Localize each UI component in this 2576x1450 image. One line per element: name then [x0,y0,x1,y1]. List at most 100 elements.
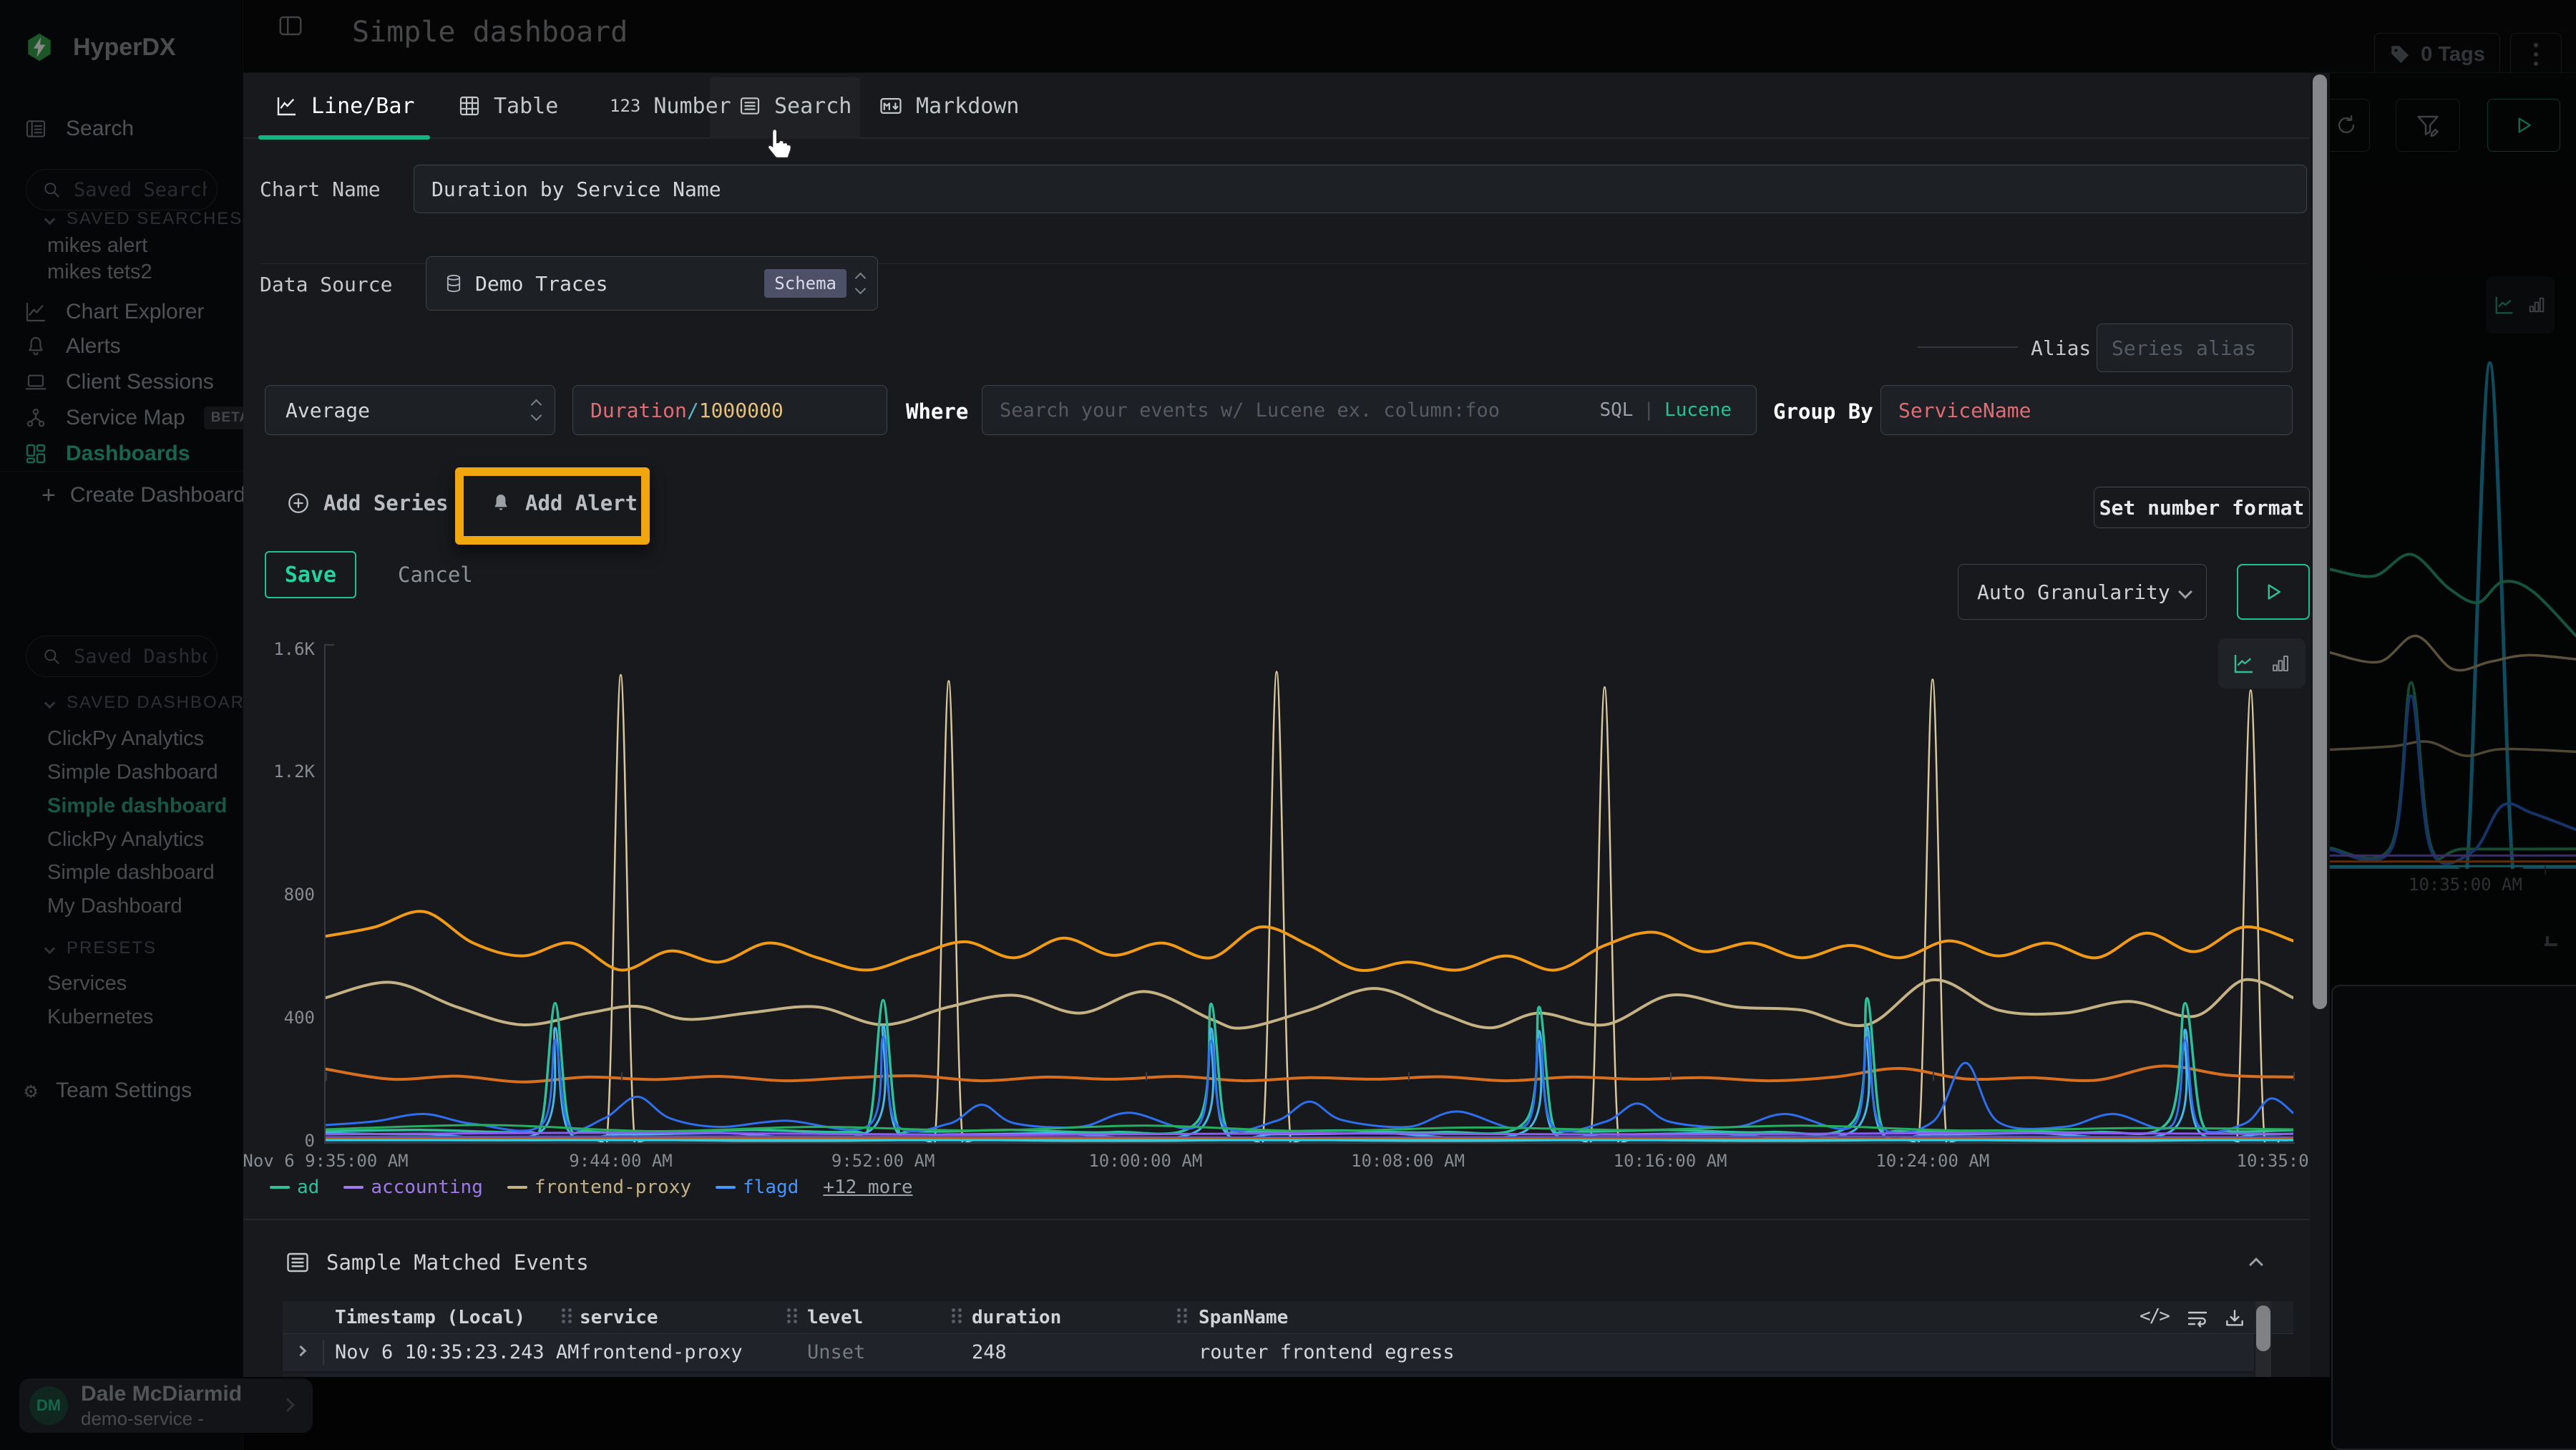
data-source-select[interactable]: Demo Traces Schema [426,256,878,311]
add-series-button[interactable]: Add Series [286,491,449,515]
chart-name-label: Chart Name [260,177,381,201]
table-icon [458,94,481,117]
series-ad [326,998,2293,1134]
chart-type-tabs: Line/Bar Table 123 Number Search [243,73,2310,139]
mouse-cursor [760,126,797,163]
123-icon: 123 [610,96,640,116]
x-tick-label: 9:52:00 AM [740,1151,1026,1171]
group-by-label: Group By [1773,399,1873,424]
play-icon [2263,581,2284,603]
table-scrollbar-track[interactable] [2255,1301,2271,1377]
line-chart-icon [275,94,298,117]
series-green-flat [326,1125,2293,1132]
scrollbar-track[interactable] [2310,73,2330,1377]
chart-name-field[interactable] [414,165,2307,213]
y-tick-label: 0 [243,1131,315,1151]
legend-more[interactable]: +12 more [823,1177,912,1198]
active-tab-underline [258,135,430,140]
drag-handle-icon[interactable] [1177,1308,1187,1327]
where-label: Where [906,399,968,424]
markdown-icon [879,94,903,118]
sample-events-title: Sample Matched Events [326,1250,589,1275]
data-source-value: Demo Traces [475,272,608,296]
x-tick-label: 10:08:00 AM [1265,1151,1551,1171]
drag-handle-icon[interactable] [787,1308,797,1327]
event-row[interactable]: Nov 6 10:35:22.943 AM frontend-proxy Uns… [283,1373,2254,1377]
select-updown-icon [857,274,864,293]
sql-toggle[interactable]: SQL [1599,399,1633,421]
tab-table[interactable]: Table [458,73,558,139]
code-view-icon[interactable]: </> [2140,1305,2169,1327]
highlight-annotation [455,467,650,545]
col-header[interactable]: Timestamp (Local) [335,1307,525,1328]
x-tick-label: 9:44:00 AM [478,1151,764,1171]
group-by-value: ServiceName [1898,399,2031,422]
field-expression-input[interactable]: Duration/1000000 [572,385,887,435]
legend-item[interactable]: accounting [343,1177,483,1198]
x-tick-label: 10:24:00 AM [1790,1151,2076,1171]
wrap-text-icon[interactable] [2186,1307,2209,1330]
series-orange-wave [326,911,2293,970]
cancel-button[interactable]: Cancel [398,563,473,587]
events-table-header: Timestamp (Local) service level duration… [283,1301,2293,1334]
event-row[interactable]: Nov 6 10:35:23.243 AM frontend-proxy Uns… [283,1334,2254,1371]
data-source-label: Data Source [260,273,392,296]
download-icon[interactable] [2223,1307,2246,1330]
series-frontend-proxy [326,980,2293,1028]
value-token: 1000000 [699,399,784,422]
run-chart-button[interactable] [2237,564,2310,620]
col-header[interactable]: service [580,1307,658,1328]
tab-markdown[interactable]: Markdown [879,73,1020,139]
x-tick-label: 10:35:00 AM [2150,1151,2310,1171]
scrollbar-thumb[interactable] [2313,74,2327,1009]
collapse-section-icon[interactable] [2249,1257,2263,1272]
table-scrollbar-thumb[interactable] [2256,1305,2270,1351]
sample-events-header: Sample Matched Events [285,1250,589,1275]
tab-line-bar[interactable]: Line/Bar [275,73,415,139]
x-tick-label: 10:16:00 AM [1527,1151,1813,1171]
lucene-toggle[interactable]: Lucene [1664,399,1732,421]
col-header[interactable]: duration [972,1307,1061,1328]
list-icon [738,94,761,117]
alias-field[interactable] [2097,323,2293,372]
series-orange-flat [326,1138,2293,1139]
granularity-select[interactable]: Auto Granularity [1958,564,2207,620]
schema-badge: Schema [764,269,847,298]
drag-handle-icon[interactable] [952,1308,962,1327]
group-by-field[interactable]: ServiceName [1880,385,2293,435]
list-icon [285,1250,311,1275]
y-tick-label: 800 [243,885,315,905]
where-search-field[interactable]: SQL | Lucene [982,385,1757,435]
select-updown-icon [532,401,540,419]
col-header[interactable]: SpanName [1199,1307,1288,1328]
field-token: Duration [590,399,687,422]
chevron-down-icon [2178,585,2192,599]
alias-label: Alias [2031,336,2091,360]
plus-circle-icon [286,491,311,515]
x-tick-label: Nov 6 9:35:00 AM [243,1151,469,1171]
aggregation-select[interactable]: Average [265,385,555,435]
y-tick-label: 1.2K [243,762,315,782]
drag-handle-icon[interactable] [562,1308,572,1327]
chart-legend: ad accounting frontend-proxy flagd +12 m… [270,1177,913,1198]
operator-token: / [687,399,699,422]
col-header[interactable]: level [807,1307,863,1328]
duration-chart[interactable] [326,644,2293,1142]
set-number-format-button[interactable]: Set number format [2094,487,2310,528]
chart-name-input[interactable] [414,177,2306,201]
tab-number[interactable]: 123 Number [610,73,731,139]
screen: HyperDX Search SAVED SEARCHES mikes aler… [0,0,2576,1450]
x-axis-line [324,1142,2295,1144]
save-button[interactable]: Save [265,551,356,598]
legend-item[interactable]: flagd [716,1177,799,1198]
legend-item[interactable]: ad [270,1177,319,1198]
y-tick-label: 400 [243,1008,315,1028]
edit-chart-modal: Line/Bar Table 123 Number Search [243,73,2310,1377]
legend-item[interactable]: frontend-proxy [507,1177,691,1198]
query-language-toggle[interactable]: SQL | Lucene [1599,399,1732,421]
expand-row-icon[interactable] [296,1346,307,1357]
series-flagd [326,1037,2293,1133]
alias-input[interactable] [2097,336,2292,360]
database-icon [444,273,464,293]
y-tick-label: 1.6K [243,639,315,659]
